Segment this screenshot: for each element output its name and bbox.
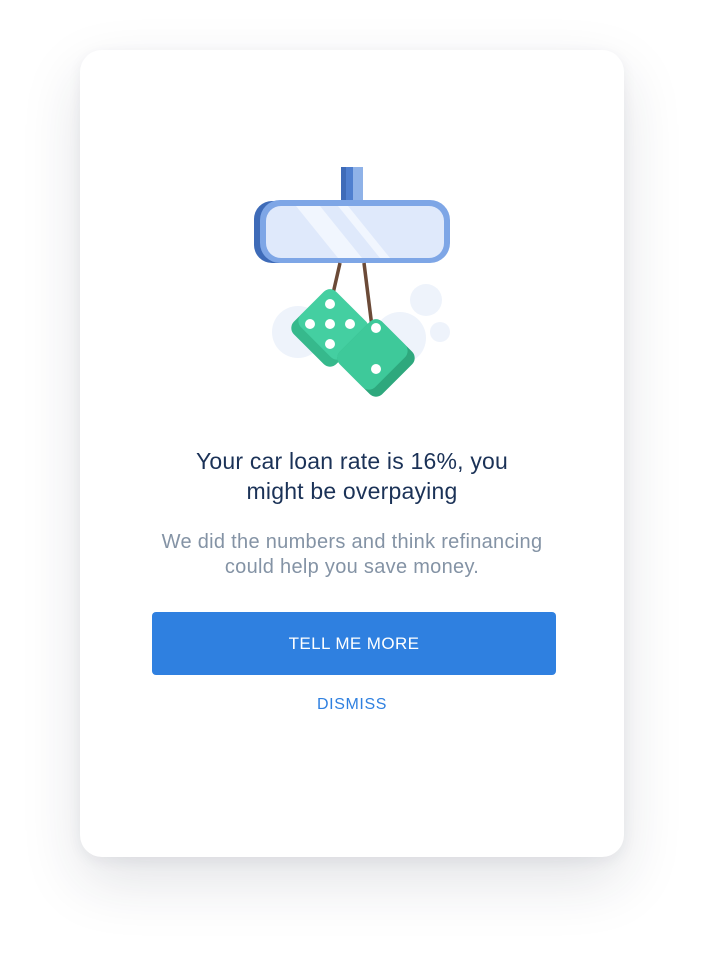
description: We did the numbers and think refinancing…: [80, 530, 624, 580]
description-line-2: could help you save money.: [224, 556, 480, 578]
description-line-1: We did the numbers and think refinancing: [161, 531, 543, 553]
rearview-mirror-dice-icon: [250, 160, 460, 400]
headline-line-1: Your car loan rate is 16%, you: [196, 448, 508, 474]
tell-me-more-button[interactable]: TELL ME MORE: [152, 612, 556, 675]
headline-line-2: might be overpaying: [246, 478, 458, 504]
dialog-card: Your car loan rate is 16%, you might be …: [80, 50, 624, 857]
dismiss-link[interactable]: DISMISS: [80, 696, 624, 714]
headline: Your car loan rate is 16%, you might be …: [80, 446, 624, 506]
